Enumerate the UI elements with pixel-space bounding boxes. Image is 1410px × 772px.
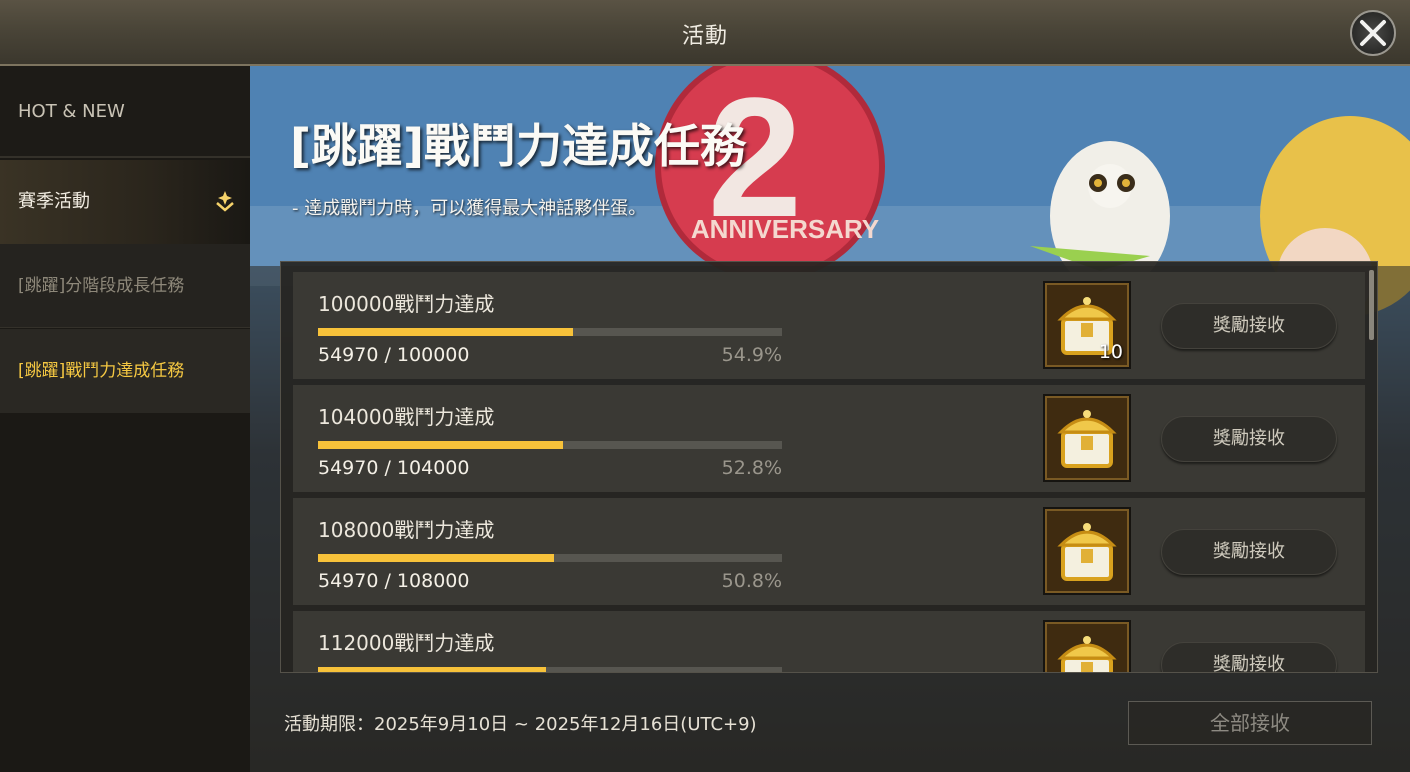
sparkle-chevron-icon <box>216 191 234 212</box>
reward-slot[interactable]: 10 <box>1043 281 1131 369</box>
progress-count: 54970 / 100000 <box>318 344 470 366</box>
sidebar-item-label: [跳躍]分階段成長任務 <box>18 276 185 296</box>
reward-slot[interactable] <box>1043 620 1131 672</box>
progress-fill <box>318 328 573 336</box>
progress-percent: 54.9% <box>721 344 782 366</box>
progress-fill <box>318 441 563 449</box>
progress-bar <box>318 554 782 562</box>
progress-count: 54970 / 108000 <box>318 570 470 592</box>
mission-row: 112000戰鬥力達成 獎勵接收 <box>293 611 1365 672</box>
mission-name: 108000戰鬥力達成 <box>318 518 495 542</box>
progress-bar <box>318 667 782 672</box>
claim-reward-button[interactable]: 獎勵接收 <box>1161 416 1337 462</box>
sidebar-item-stage-growth[interactable]: [跳躍]分階段成長任務 <box>0 244 250 328</box>
sidebar-item-combat-power[interactable]: [跳躍]戰鬥力達成任務 <box>0 329 250 413</box>
progress-count: 54970 / 104000 <box>318 457 470 479</box>
reward-slot[interactable] <box>1043 507 1131 595</box>
scrollbar-thumb[interactable] <box>1369 270 1374 340</box>
mission-name: 104000戰鬥力達成 <box>318 405 495 429</box>
window-title: 活動 <box>681 24 728 49</box>
sidebar-item-label: HOT & NEW <box>18 101 125 122</box>
progress-percent: 50.8% <box>721 570 782 592</box>
treasure-chest-icon <box>1057 410 1117 468</box>
mission-row: 100000戰鬥力達成 54970 / 100000 54.9% 10 獎勵接收 <box>293 272 1365 379</box>
mission-list[interactable]: 100000戰鬥力達成 54970 / 100000 54.9% 10 獎勵接收… <box>280 261 1378 673</box>
sidebar-item-season-events[interactable]: 賽季活動 <box>0 160 250 244</box>
treasure-chest-icon <box>1057 523 1117 581</box>
claim-reward-button[interactable]: 獎勵接收 <box>1161 642 1337 672</box>
main-panel: 2 ANNIVERSARY [跳躍]戰鬥力達成任務 - 達成戰鬥力時，可以獲得最… <box>250 66 1410 772</box>
progress-bar <box>318 441 782 449</box>
reward-slot[interactable] <box>1043 394 1131 482</box>
page-subtitle: - 達成戰鬥力時，可以獲得最大神話夥伴蛋。 <box>292 198 647 219</box>
claim-all-button[interactable]: 全部接收 <box>1128 701 1372 745</box>
treasure-chest-icon <box>1057 636 1117 672</box>
sidebar-item-label: 賽季活動 <box>18 191 90 212</box>
mission-name: 112000戰鬥力達成 <box>318 631 495 655</box>
progress-bar <box>318 328 782 336</box>
anniversary-text: ANNIVERSARY <box>691 214 879 244</box>
close-button[interactable] <box>1350 10 1396 56</box>
progress-fill <box>318 554 554 562</box>
title-bar: 活動 <box>0 0 1410 66</box>
sidebar-item-label: [跳躍]戰鬥力達成任務 <box>18 361 185 381</box>
claim-reward-button[interactable]: 獎勵接收 <box>1161 303 1337 349</box>
page-title: [跳躍]戰鬥力達成任務 <box>290 119 747 173</box>
event-period: 活動期限：2025年9月10日 ~ 2025年12月16日(UTC+9) <box>284 714 757 735</box>
reward-quantity: 10 <box>1098 341 1123 363</box>
sidebar: HOT & NEW 賽季活動 [跳躍]分階段成長任務 [跳躍]戰鬥力達成任務 <box>0 66 251 772</box>
mission-row: 104000戰鬥力達成 54970 / 104000 52.8% 獎勵接收 <box>293 385 1365 492</box>
progress-fill <box>318 667 546 672</box>
sidebar-item-hot-new[interactable]: HOT & NEW <box>0 66 250 158</box>
claim-reward-button[interactable]: 獎勵接收 <box>1161 529 1337 575</box>
progress-percent: 52.8% <box>721 457 782 479</box>
mission-row: 108000戰鬥力達成 54970 / 108000 50.8% 獎勵接收 <box>293 498 1365 605</box>
mission-name: 100000戰鬥力達成 <box>318 292 495 316</box>
close-icon <box>1360 20 1386 46</box>
